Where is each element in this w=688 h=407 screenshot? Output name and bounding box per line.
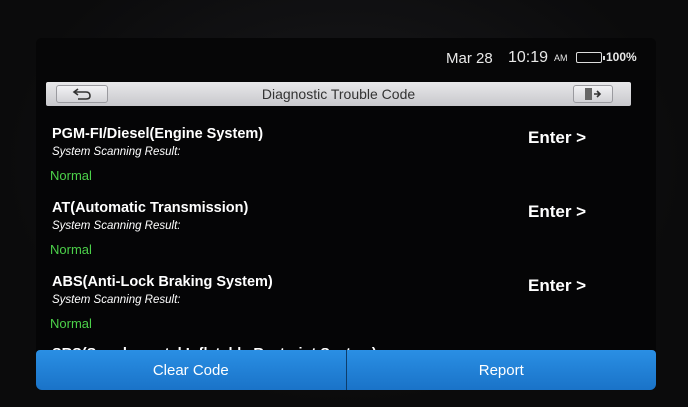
status-date: Mar 28 xyxy=(446,50,493,67)
battery-icon xyxy=(576,52,605,63)
system-name: ABS(Anti-Lock Braking System) xyxy=(52,274,273,290)
system-row[interactable]: PGM-FI/Diesel(Engine System) System Scan… xyxy=(36,116,656,190)
system-row[interactable]: AT(Automatic Transmission) System Scanni… xyxy=(36,190,656,264)
device-screen: Mar 28 10:19 AM 100% Diagnostic Trouble … xyxy=(36,38,656,390)
clear-code-button[interactable]: Clear Code xyxy=(36,350,347,390)
exit-button[interactable] xyxy=(573,85,613,103)
scan-status: Normal xyxy=(50,242,92,257)
page-title: Diagnostic Trouble Code xyxy=(261,86,416,102)
battery-percent: 100% xyxy=(606,50,637,64)
system-name: PGM-FI/Diesel(Engine System) xyxy=(52,126,264,142)
report-button[interactable]: Report xyxy=(346,350,656,390)
scan-result-label: System Scanning Result: xyxy=(52,220,181,232)
system-row[interactable]: ABS(Anti-Lock Braking System) System Sca… xyxy=(36,264,656,338)
status-ampm: AM xyxy=(554,53,568,63)
scan-result-label: System Scanning Result: xyxy=(52,294,181,306)
scan-result-label: System Scanning Result: xyxy=(52,146,181,158)
title-bar: Diagnostic Trouble Code xyxy=(46,82,631,106)
scan-status: Normal xyxy=(50,168,92,183)
system-name: AT(Automatic Transmission) xyxy=(52,200,249,216)
scan-status: Normal xyxy=(50,316,92,331)
status-bar: Mar 28 10:19 AM 100% xyxy=(36,38,656,80)
action-bar: Clear Code Report xyxy=(36,350,656,390)
enter-button[interactable]: Enter > xyxy=(528,202,586,222)
exit-door-icon xyxy=(585,88,602,100)
system-list: PGM-FI/Diesel(Engine System) System Scan… xyxy=(36,116,656,390)
enter-button[interactable]: Enter > xyxy=(528,128,586,148)
status-time: 10:19 xyxy=(508,49,549,66)
enter-button[interactable]: Enter > xyxy=(528,276,586,296)
